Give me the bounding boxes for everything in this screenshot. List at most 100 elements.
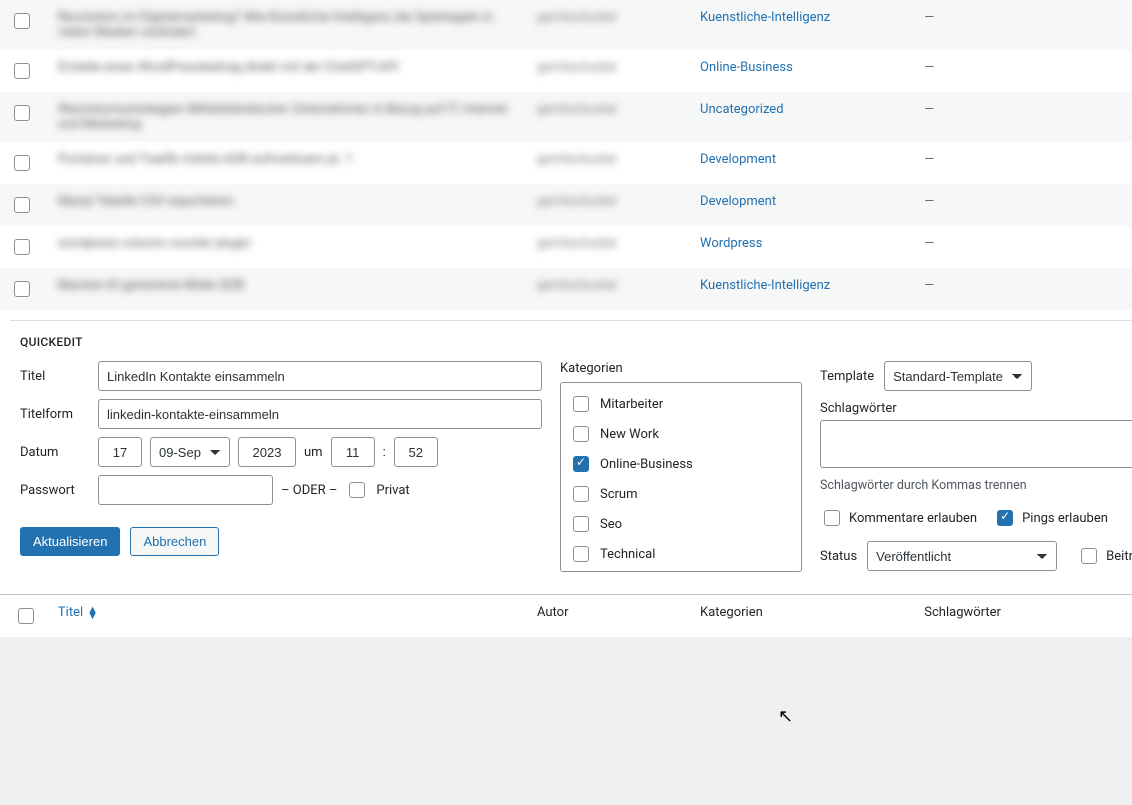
tags-textarea[interactable] (820, 420, 1132, 468)
post-category-link[interactable]: Development (700, 152, 776, 167)
sort-icon: ▲▼ (87, 607, 98, 619)
date-month-select[interactable]: 09-Sep (150, 437, 230, 467)
post-title[interactable]: Erstelle einen WordPressbeitrag direkt m… (58, 60, 399, 75)
post-author[interactable]: gerritschuster (537, 60, 618, 75)
category-list[interactable]: Mitarbeiter New WorkOnline-Business Scrum S… (560, 382, 802, 572)
post-author[interactable]: gerritschuster (537, 102, 618, 117)
quick-edit-panel: QUICKEDIT Titel Titelform Datum (10, 320, 1132, 584)
title-input[interactable] (98, 361, 542, 391)
table-row: Portainer und Traefik mittels kDB aufmer… (0, 142, 1132, 184)
category-item[interactable]: Tools (569, 569, 793, 572)
private-checkbox[interactable] (349, 482, 365, 498)
category-item[interactable]: Online-Business (569, 449, 793, 479)
label-date: Datum (20, 445, 98, 460)
row-select-checkbox[interactable] (14, 63, 30, 79)
post-author[interactable]: gerritschuster (537, 236, 618, 251)
category-item[interactable]: Mitarbeiter (569, 389, 793, 419)
cancel-button[interactable]: Abbrechen (130, 527, 219, 556)
post-category-link[interactable]: Online-Business (700, 60, 793, 75)
date-minute-input[interactable] (394, 437, 438, 467)
post-category-link[interactable]: Development (700, 194, 776, 209)
post-comments: — (1128, 226, 1132, 268)
label-title: Titel (20, 369, 98, 384)
comments-checkbox[interactable] (824, 510, 840, 526)
category-checkbox[interactable] (573, 396, 589, 412)
post-title[interactable]: Revolution im Digitalmarketing? Wie Küns… (58, 10, 493, 40)
column-tags: Schlagwörter (914, 595, 1128, 638)
category-checkbox[interactable] (573, 426, 589, 442)
table-row: Revolution im Digitalmarketing? Wie Küns… (0, 0, 1132, 50)
slug-input[interactable] (98, 399, 542, 429)
post-tags: — (914, 0, 1128, 50)
post-title[interactable]: Portainer und Traefik mittels kDB aufmer… (58, 152, 353, 167)
table-row: Wachstumsstrategien Mittelständischer Un… (0, 92, 1132, 142)
label-comments: Kommentare erlauben (849, 511, 977, 526)
category-checkbox[interactable] (573, 546, 589, 562)
post-category-link[interactable]: Uncategorized (700, 102, 783, 117)
status-select[interactable]: Veröffentlicht (867, 541, 1057, 571)
post-comments: — (1128, 50, 1132, 92)
post-tags: — (914, 142, 1128, 184)
post-title[interactable]: wordpress column counter plugin (58, 236, 251, 251)
post-comments: — (1128, 142, 1132, 184)
post-title[interactable]: Machen KI generierte Bilder B2B (58, 278, 244, 293)
date-day-input[interactable] (98, 437, 142, 467)
time-colon: : (383, 445, 386, 460)
category-item[interactable]: New Work (569, 419, 793, 449)
post-category-link[interactable]: Wordpress (700, 236, 762, 251)
posts-table: Revolution im Digitalmarketing? Wie Küns… (0, 0, 1132, 637)
post-tags: — (914, 92, 1128, 142)
category-item[interactable]: Seo (569, 509, 793, 539)
post-title[interactable]: Mysql Tabelle CSV exportieren (58, 194, 234, 209)
post-author[interactable]: gerritschuster (537, 194, 618, 209)
table-footer-header: Titel ▲▼ Autor Kategorien Schlagwörter (0, 595, 1132, 638)
category-checkbox[interactable] (573, 456, 589, 472)
password-input[interactable] (98, 475, 273, 505)
row-select-checkbox[interactable] (14, 197, 30, 213)
category-item[interactable]: Scrum (569, 479, 793, 509)
post-comments: — (1128, 92, 1132, 142)
column-categories: Kategorien (690, 595, 914, 638)
category-checkbox[interactable] (573, 486, 589, 502)
label-or: – ODER – (281, 483, 337, 498)
row-select-checkbox[interactable] (14, 239, 30, 255)
label-pings: Pings erlauben (1022, 511, 1108, 526)
date-year-input[interactable] (238, 437, 296, 467)
post-category-link[interactable]: Kuenstliche-Intelligenz (700, 278, 830, 293)
row-select-checkbox[interactable] (14, 281, 30, 297)
pings-checkbox[interactable] (997, 510, 1013, 526)
sticky-checkbox[interactable] (1081, 548, 1097, 564)
column-title-sort[interactable]: Titel ▲▼ (58, 605, 98, 620)
row-select-checkbox[interactable] (14, 13, 30, 29)
post-author[interactable]: gerritschuster (537, 152, 618, 167)
column-author: Autor (527, 595, 690, 638)
select-all-footer-checkbox[interactable] (18, 608, 34, 624)
category-label: Seo (600, 517, 622, 532)
tags-hint: Schlagwörter durch Kommas trennen (820, 478, 1132, 493)
post-tags: — (914, 184, 1128, 226)
row-select-checkbox[interactable] (14, 105, 30, 121)
label-template: Template (820, 369, 874, 384)
post-author[interactable]: gerritschuster (537, 278, 618, 293)
update-button[interactable]: Aktualisieren (20, 527, 120, 556)
post-category-link[interactable]: Kuenstliche-Intelligenz (700, 10, 830, 25)
post-comments: — (1128, 0, 1132, 50)
label-categories: Kategorien (560, 361, 802, 376)
date-hour-input[interactable] (331, 437, 375, 467)
label-password: Passwort (20, 483, 98, 498)
label-private: Privat (376, 483, 409, 498)
table-row: Erstelle einen WordPressbeitrag direkt m… (0, 50, 1132, 92)
category-checkbox[interactable] (573, 516, 589, 532)
category-item[interactable]: Technical (569, 539, 793, 569)
post-title[interactable]: Wachstumsstrategien Mittelständischer Un… (58, 102, 508, 132)
row-select-checkbox[interactable] (14, 155, 30, 171)
post-tags: — (914, 268, 1128, 310)
label-at: um (304, 445, 323, 460)
post-comments: — (1128, 268, 1132, 310)
category-label: Technical (600, 547, 655, 562)
post-author[interactable]: gerritschuster (537, 10, 618, 25)
category-label: Mitarbeiter (600, 397, 663, 412)
category-label: Scrum (600, 487, 638, 502)
post-tags: — (914, 50, 1128, 92)
template-select[interactable]: Standard-Template (884, 361, 1032, 391)
